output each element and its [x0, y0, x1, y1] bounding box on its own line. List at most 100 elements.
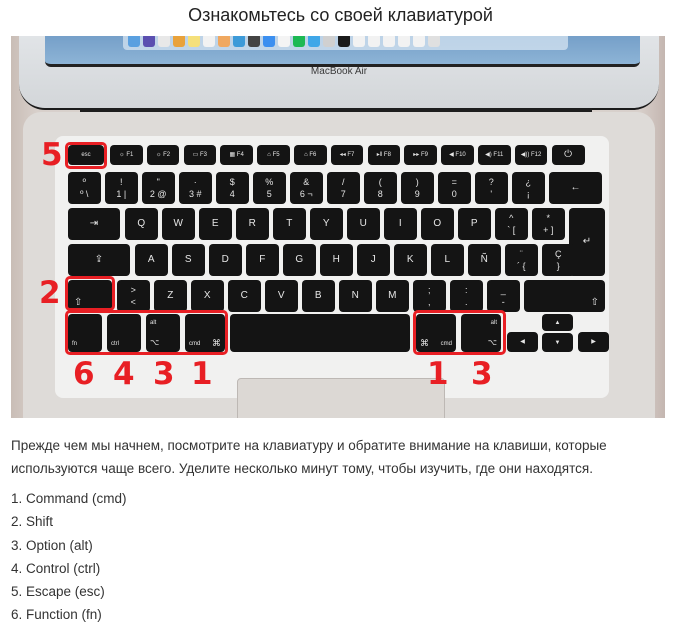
list-item: 6. Function (fn): [11, 607, 102, 623]
key-number: = 0: [438, 172, 471, 204]
dock-app-icon: [218, 36, 230, 47]
laptop-lid: MacBook Air: [19, 36, 659, 110]
key-number: % 5: [253, 172, 286, 204]
key-letter: J: [357, 244, 390, 276]
dock-app-icon: [323, 36, 335, 47]
key-power: ⏻: [551, 145, 585, 165]
dock-app-icon: [128, 36, 140, 47]
key-f12: ◀)) F12: [514, 145, 548, 165]
key-number: " 2 @: [142, 172, 175, 204]
key-letter: E: [199, 208, 232, 240]
key-letter: K: [394, 244, 427, 276]
key-arrow-right: ▶: [578, 332, 609, 352]
label-option-right: 3: [471, 356, 493, 392]
key-letter: A: [135, 244, 168, 276]
dock-app-icon: [398, 36, 410, 47]
key-number: & 6 ¬: [290, 172, 323, 204]
trackpad: [237, 378, 445, 418]
key-arrow-up: ▲: [542, 314, 573, 331]
key-number: ¿ ¡: [512, 172, 545, 204]
key-letter: V: [265, 280, 298, 312]
key-letter: G: [283, 244, 316, 276]
highlight-shift: [65, 276, 115, 311]
key-letter: L: [431, 244, 464, 276]
dock-app-icon: [368, 36, 380, 47]
key-f9: ▸▸ F9: [404, 145, 437, 165]
key-list: 1. Command (cmd) 2. Shift 3. Option (alt…: [11, 487, 127, 627]
key-f8: ▸‖ F8: [367, 145, 401, 165]
key-f11: ◀) F11: [478, 145, 511, 165]
key-letter: Q: [125, 208, 158, 240]
key-letter: W: [162, 208, 195, 240]
key-letter: C: [228, 280, 261, 312]
page-title: Ознакомьтесь со своей клавиатурой: [188, 5, 493, 25]
dock-app-icon: [143, 36, 155, 47]
key-letter: R: [236, 208, 269, 240]
key-shift-right: ⇧: [524, 280, 605, 312]
key-letter: S: [172, 244, 205, 276]
key-letter: Y: [310, 208, 343, 240]
label-option-left: 3: [153, 356, 175, 392]
key-letter: P: [458, 208, 491, 240]
dock-app-icon: [158, 36, 170, 47]
dock-app-icon: [308, 36, 320, 47]
dock-app-icon: [383, 36, 395, 47]
list-item: 5. Escape (esc): [11, 584, 105, 600]
key-letter: T: [273, 208, 306, 240]
key-f5: ⌂ F5: [257, 145, 290, 165]
key-number: ? ': [475, 172, 508, 204]
highlight-esc: [65, 142, 107, 169]
dock-app-icon: [278, 36, 290, 47]
brand-label: MacBook Air: [310, 66, 368, 77]
key-letter: B: [302, 280, 335, 312]
key-number: ! 1 |: [105, 172, 138, 204]
key-symbol: :.: [450, 280, 483, 312]
key-letter: N: [339, 280, 372, 312]
key-number: · 3 #: [179, 172, 212, 204]
key-number: ºº \: [68, 172, 101, 204]
intro-paragraph: Прежде чем мы начнем, посмотрите на клав…: [11, 438, 607, 476]
key-letter: M: [376, 280, 409, 312]
key-number: ) 9: [401, 172, 434, 204]
key-letter: Ñ: [468, 244, 501, 276]
key-symbol: ;,: [413, 280, 446, 312]
list-item: 4. Control (ctrl): [11, 560, 101, 576]
highlight-modifiers-left: [65, 310, 228, 355]
key-f1: ☼ F1: [110, 145, 143, 165]
key-caps-lock: ⇪: [68, 244, 130, 276]
keyboard-photo: MacBook Air esc ☼ F1 ☼ F2 ▭ F3 ▦ F4 ⌂ F5 ⌂ F6 ◂…: [11, 36, 665, 418]
label-cmd-left: 1: [191, 356, 213, 392]
key-letter: X: [191, 280, 224, 312]
key-backspace: ←: [549, 172, 602, 204]
list-item: 2. Shift: [11, 514, 54, 530]
label-cmd-right: 1: [427, 356, 449, 392]
key-letter: Z: [154, 280, 187, 312]
key-f7: ◂◂ F7: [330, 145, 364, 165]
key-angle: > <: [117, 280, 150, 312]
dock-app-icon: [413, 36, 425, 47]
key-letter: H: [320, 244, 353, 276]
dock-app-icon: [353, 36, 365, 47]
dock-app-icon: [293, 36, 305, 47]
dock-app-icon: [263, 36, 275, 47]
key-arrow-left: ◀: [507, 332, 538, 352]
dock: [123, 36, 568, 50]
laptop-screen: [45, 36, 640, 67]
key-symbol: Ç}: [542, 244, 575, 276]
key-space: [230, 314, 410, 352]
list-item: 3. Option (alt): [11, 537, 93, 553]
key-letter: D: [209, 244, 242, 276]
key-number: $4: [216, 172, 249, 204]
key-letter: O: [421, 208, 454, 240]
list-item: 1. Command (cmd): [11, 491, 127, 506]
key-symbol: _ -: [487, 280, 520, 312]
label-ctrl: 4: [113, 356, 135, 392]
key-letter: U: [347, 208, 380, 240]
key-symbol: ^ ` [: [495, 208, 528, 240]
key-f4: ▦ F4: [220, 145, 253, 165]
highlight-modifiers-right: [413, 310, 506, 355]
key-f3: ▭ F3: [183, 145, 217, 165]
dock-app-icon: [173, 36, 185, 47]
key-letter: I: [384, 208, 417, 240]
key-tab: ⇥: [68, 208, 120, 240]
